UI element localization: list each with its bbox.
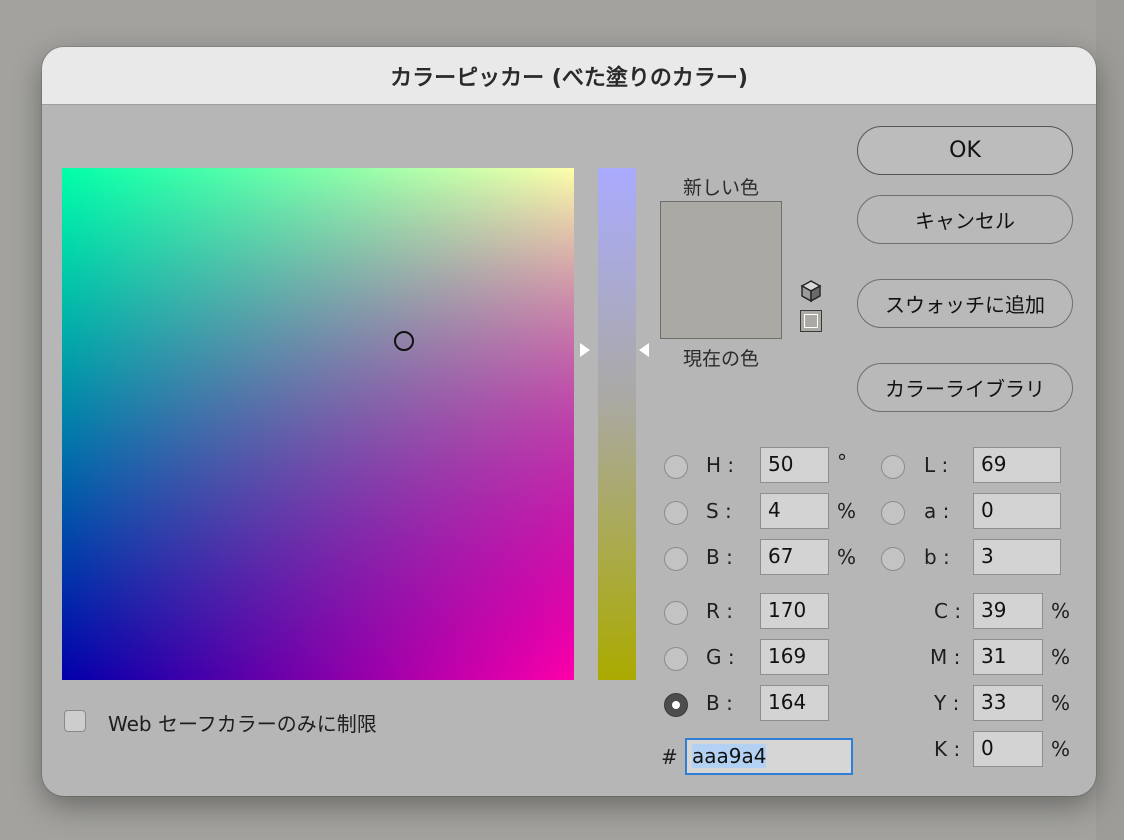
magenta-unit: %	[1051, 645, 1071, 669]
yellow-label: Y :	[934, 691, 960, 715]
blue-label: B :	[706, 691, 733, 715]
brightness-label: B :	[706, 545, 733, 569]
cyan-label: C :	[934, 599, 962, 623]
hex-value: aaa9a4	[692, 744, 767, 768]
websafe-color-swatch-icon[interactable]	[800, 310, 822, 332]
color-libraries-button[interactable]: カラーライブラリ	[857, 363, 1073, 412]
color-slider[interactable]	[598, 168, 636, 680]
hex-input[interactable]: aaa9a4	[685, 738, 853, 775]
hue-label: H :	[706, 453, 735, 477]
cancel-button[interactable]: キャンセル	[857, 195, 1073, 244]
saturation-label: S :	[706, 499, 732, 523]
radio-a[interactable]	[881, 501, 905, 525]
brightness-input[interactable]: 67	[760, 539, 829, 575]
desktop-backdrop	[1096, 0, 1124, 840]
radio-brightness[interactable]	[664, 547, 688, 571]
websafe-checkbox[interactable]	[64, 710, 86, 732]
ok-button[interactable]: OK	[857, 126, 1073, 175]
green-input[interactable]: 169	[760, 639, 829, 675]
out-of-gamut-cube-icon[interactable]	[798, 278, 824, 304]
radio-lightness[interactable]	[881, 455, 905, 479]
cyan-unit: %	[1051, 599, 1071, 623]
radio-red[interactable]	[664, 601, 688, 625]
lightness-input[interactable]: 69	[973, 447, 1061, 483]
hex-prefix: #	[661, 745, 678, 769]
black-input[interactable]: 0	[973, 731, 1043, 767]
blue-input[interactable]: 164	[760, 685, 829, 721]
a-label: a :	[924, 499, 950, 523]
color-picker-dialog: カラーピッカー (べた塗りのカラー) 新しい色 現在の色 OK キャンセル スウ…	[42, 47, 1096, 796]
b-lab-label: b :	[924, 545, 950, 569]
saturation-unit: %	[837, 499, 857, 523]
cyan-input[interactable]: 39	[973, 593, 1043, 629]
color-field-cursor[interactable]	[393, 330, 414, 351]
hue-input[interactable]: 50	[760, 447, 829, 483]
magenta-label: M :	[930, 645, 961, 669]
brightness-unit: %	[837, 545, 857, 569]
magenta-input[interactable]: 31	[973, 639, 1043, 675]
black-label: K :	[934, 737, 961, 761]
color-preview-swatch[interactable]	[660, 201, 782, 339]
lightness-label: L :	[924, 453, 949, 477]
red-label: R :	[706, 599, 733, 623]
saturation-input[interactable]: 4	[760, 493, 829, 529]
current-color-label: 現在の色	[682, 348, 759, 370]
black-unit: %	[1051, 737, 1071, 761]
radio-blue[interactable]	[664, 693, 688, 717]
b-lab-input[interactable]: 3	[973, 539, 1061, 575]
add-to-swatches-button[interactable]: スウォッチに追加	[857, 279, 1073, 328]
green-label: G :	[706, 645, 735, 669]
new-color-label: 新しい色	[682, 177, 759, 199]
radio-saturation[interactable]	[664, 501, 688, 525]
hue-unit: °	[837, 450, 847, 474]
dialog-title: カラーピッカー (べた塗りのカラー)	[42, 47, 1096, 105]
radio-b-lab[interactable]	[881, 547, 905, 571]
yellow-input[interactable]: 33	[973, 685, 1043, 721]
yellow-unit: %	[1051, 691, 1071, 715]
a-input[interactable]: 0	[973, 493, 1061, 529]
slider-handle-left-icon[interactable]	[580, 342, 590, 357]
color-field[interactable]	[62, 168, 574, 680]
radio-green[interactable]	[664, 647, 688, 671]
radio-hue[interactable]	[664, 455, 688, 479]
websafe-label: Web セーフカラーのみに制限	[108, 712, 377, 736]
slider-handle-right-icon[interactable]	[639, 342, 649, 357]
color-field-gradient	[62, 168, 574, 680]
red-input[interactable]: 170	[760, 593, 829, 629]
